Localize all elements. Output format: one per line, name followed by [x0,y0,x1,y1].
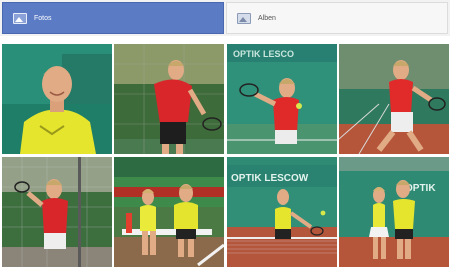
tennis-photo-image [114,157,224,267]
photo-thumbnail[interactable] [114,157,224,267]
tennis-photo-image [2,44,112,154]
tennis-photo-image: OPTIK LESCO [227,44,337,154]
tennis-photo-image [114,44,224,154]
photo-thumbnail[interactable]: OPTIK [339,157,449,267]
photo-thumbnail[interactable] [114,44,224,154]
tennis-photo-image: OPTIK LESCOW [227,157,337,267]
photo-thumbnail[interactable]: OPTIK LESCOW [227,157,337,267]
photo-thumbnail[interactable] [2,44,112,154]
tennis-photo-image: OPTIK [339,157,449,267]
sign-text: OPTIK LESCO [233,49,294,59]
photo-grid: OPTIK LESCO OPTIK LESCOW OPTIK [0,0,450,270]
photo-thumbnail[interactable] [339,44,449,154]
photo-thumbnail[interactable]: OPTIK LESCO [227,44,337,154]
tennis-photo-image [2,157,112,267]
photo-thumbnail[interactable] [2,157,112,267]
tennis-photo-image [339,44,449,154]
sign-text: OPTIK LESCOW [231,173,309,184]
